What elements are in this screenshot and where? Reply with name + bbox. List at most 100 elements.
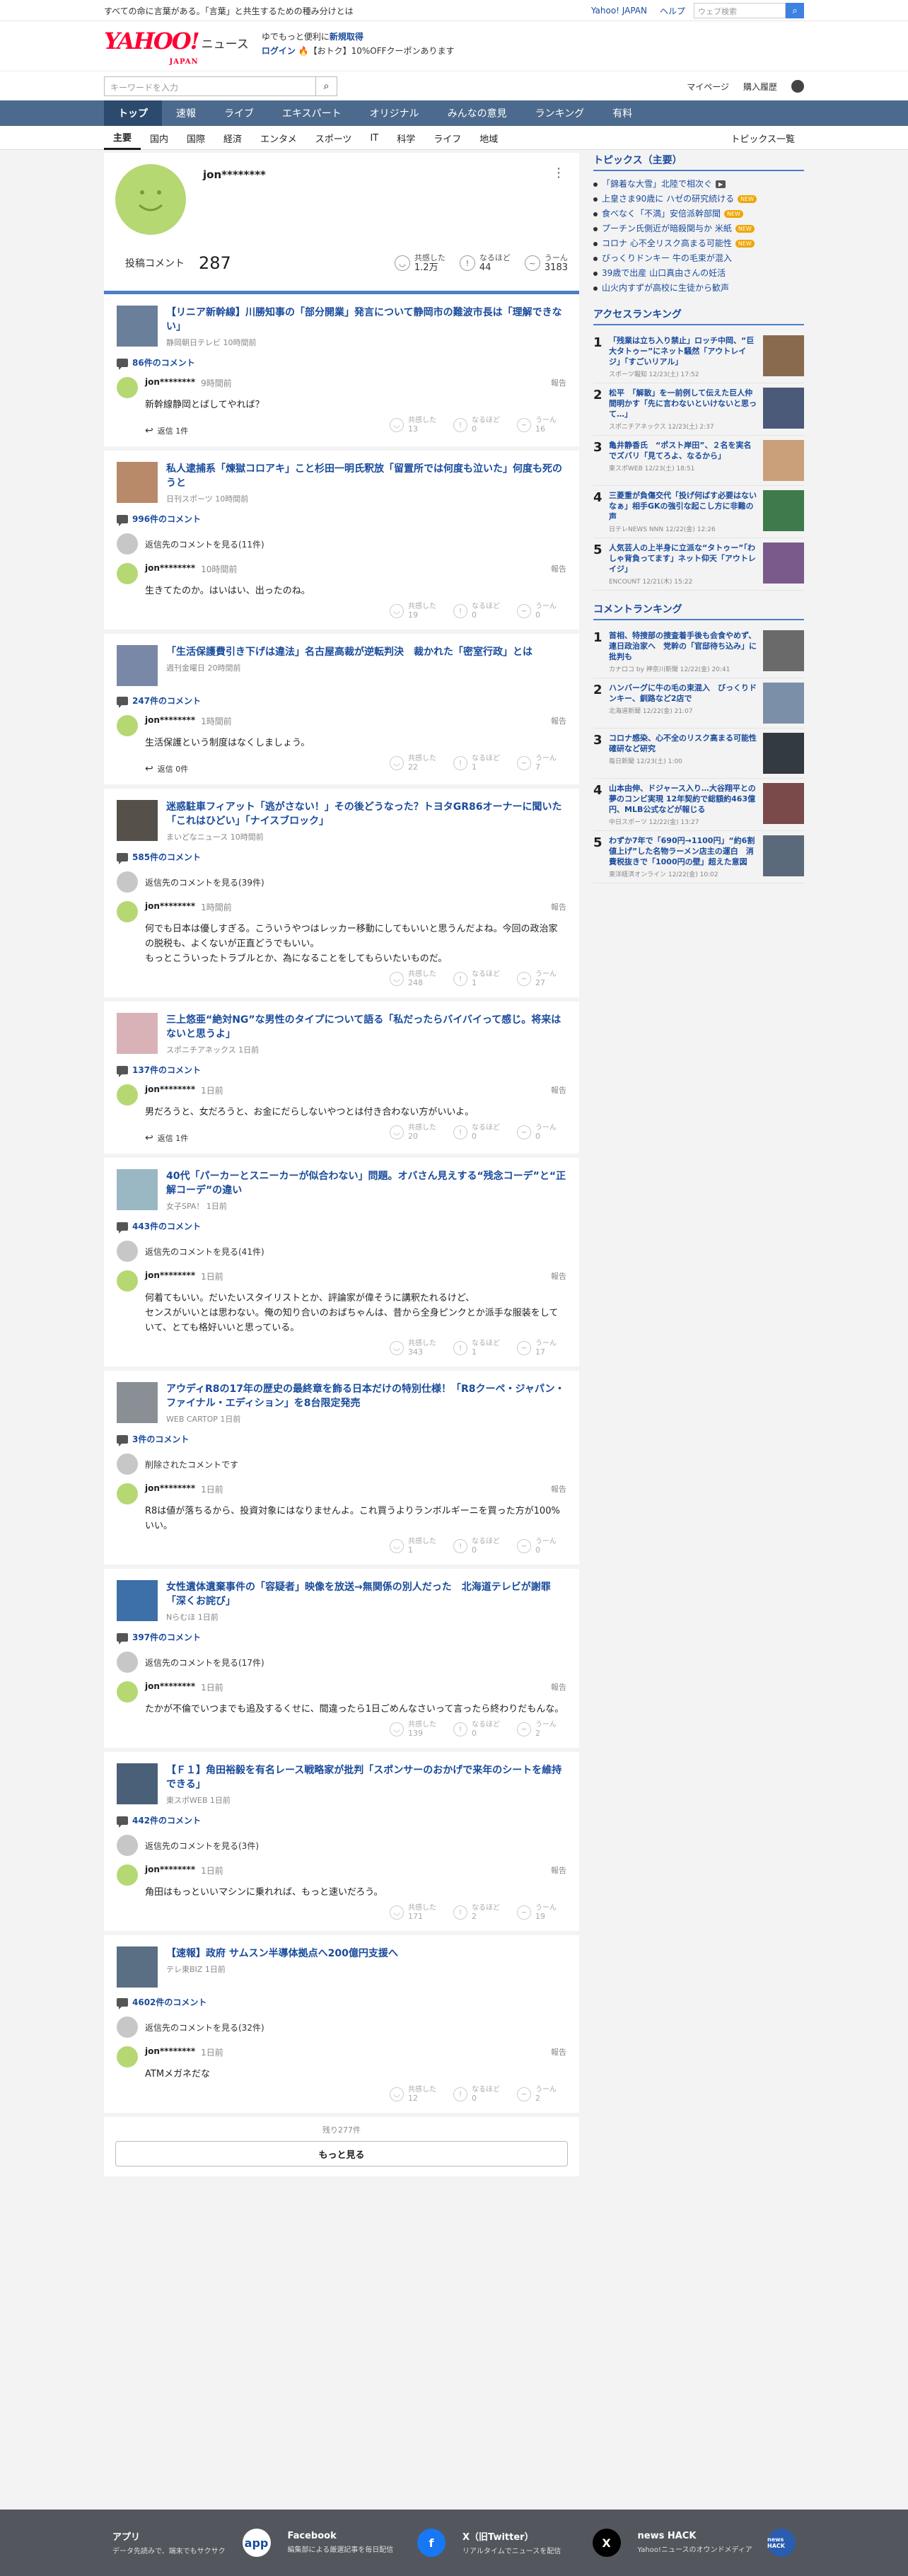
reaction-button[interactable]: ! なるほど 0 [453, 603, 503, 620]
article-thumbnail[interactable] [117, 1580, 158, 1621]
subnav-item-8[interactable]: ライフ [424, 126, 470, 150]
comment-count-text[interactable]: 585件のコメント [132, 851, 201, 863]
article-thumbnail[interactable] [117, 645, 158, 686]
article-thumbnail[interactable] [117, 1946, 158, 1988]
subnav-item-5[interactable]: スポーツ [306, 126, 361, 150]
topic-title[interactable]: びっくりドンキー 牛の毛束が混入 [602, 251, 732, 266]
nav-item-7[interactable]: 有料 [598, 100, 646, 126]
nav-item-4[interactable]: オリジナル [356, 100, 433, 126]
parent-comment-text[interactable]: 返信先のコメントを見る(17件) [145, 1657, 264, 1669]
newshack-icon[interactable]: news HACK [767, 2529, 796, 2557]
report-link[interactable]: 報告 [551, 901, 566, 913]
comment-user[interactable]: jon******** [145, 2046, 195, 2058]
ranking-item[interactable]: 5 人気芸人の上半身に立派な“タトゥー”「わしゃ背負ってます」ネット仰天「アウトレ… [593, 538, 804, 591]
subnav-item-0[interactable]: 主要 [104, 126, 141, 150]
comment-user[interactable]: jon******** [145, 563, 195, 575]
article-thumbnail[interactable] [117, 462, 158, 503]
search-icon[interactable]: ⌕ [786, 3, 804, 18]
report-link[interactable]: 報告 [551, 377, 566, 389]
parent-comment-text[interactable]: 返信先のコメントを見る(32件) [145, 2021, 264, 2033]
article-link[interactable]: 【Ｆ１】角田裕毅を有名レース戦略家が批判「スポンサーのおかげで来年のシートを維持… [117, 1763, 566, 1806]
article-title[interactable]: 三上悠亜“絶対NG”な男性のタイプについて語る「私だったらバイバイって感じ。将来… [166, 1013, 566, 1041]
yahoo-logo[interactable]: YAHOO! JAPAN [104, 30, 200, 74]
article-title[interactable]: 【Ｆ１】角田裕毅を有名レース戦略家が批判「スポンサーのおかげで来年のシートを維持… [166, 1763, 566, 1792]
footer-item[interactable]: X（旧Twitter） リアルタイムでニュースを配信 X [454, 2529, 629, 2557]
reaction-button[interactable]: ! なるほど 0 [453, 417, 503, 434]
reaction-button[interactable]: ~ うーん 0 [517, 603, 566, 620]
report-link[interactable]: 報告 [551, 1084, 566, 1096]
nav-item-5[interactable]: みんなの意見 [433, 100, 521, 126]
reply-link[interactable]: ↩ 返信 1件 [145, 425, 566, 436]
topic-title[interactable]: プーチン氏側近が暗殺関与か 米紙 [602, 221, 732, 236]
parent-comment-link[interactable]: 返信先のコメントを見る(39件) [117, 871, 566, 893]
reaction-button[interactable]: ◡ 共感した 171 [390, 1904, 439, 1921]
parent-comment-text[interactable]: 返信先のコメントを見る(39件) [145, 876, 264, 888]
article-link[interactable]: 「生活保護費引き下げは違法」名古屋高裁が逆転判決 裁かれた「密室行政」とは 週刊金… [117, 645, 566, 686]
comment-count-text[interactable]: 397件のコメント [132, 1631, 201, 1643]
reaction-button[interactable]: ! なるほど 2 [453, 1904, 503, 1921]
app-icon[interactable]: app [242, 2529, 271, 2557]
report-link[interactable]: 報告 [551, 563, 566, 575]
promo-signup-link[interactable]: 新規取得 [330, 32, 363, 42]
nav-item-0[interactable]: トップ [104, 100, 162, 126]
ranking-item[interactable]: 4 三菱重が負傷交代「投げ何ばす必要はないなぁ」相手GKの強引な起こし方に非難の声… [593, 486, 804, 538]
rank-thumbnail[interactable] [763, 335, 804, 376]
topics-list-link[interactable]: トピックス一覧 [721, 126, 804, 150]
comment-count-link[interactable]: 397件のコメント [117, 1631, 566, 1644]
reaction-button[interactable]: ~ うーん 2 [517, 2086, 566, 2103]
report-link[interactable]: 報告 [551, 1864, 566, 1876]
reaction-button[interactable]: ~ うーん 17 [517, 1340, 566, 1357]
rank-title[interactable]: 「残業は立ち入り禁止」ロッチ中岡、“巨大タトゥー”にネット騒然「アウトレイジ」「… [609, 335, 757, 367]
comment-count-link[interactable]: 443件のコメント [117, 1220, 566, 1234]
rank-thumbnail[interactable] [763, 388, 804, 429]
article-title[interactable]: 【リニア新幹線】川勝知事の「部分開業」発言について静岡市の難波市長は「理解できな… [166, 306, 566, 334]
rank-title[interactable]: 山本由伸、ドジャース入り…大谷翔平との夢のコンビ実現 12年契約で総額約463億… [609, 783, 757, 815]
article-link[interactable]: 三上悠亜“絶対NG”な男性のタイプについて語る「私だったらバイバイって感じ。将来… [117, 1013, 566, 1055]
topic-item[interactable]: プーチン氏側近が暗殺関与か 米紙 NEW [593, 221, 804, 236]
subnav-item-6[interactable]: IT [361, 126, 388, 150]
nav-item-3[interactable]: エキスパート [268, 100, 356, 126]
topic-item[interactable]: 上皇さま90歳に ハゼの研究続ける NEW [593, 192, 804, 207]
article-link[interactable]: アウディR8の17年の歴史の最終章を飾る日本だけの特別仕様！「R8クーペ・ジャパ… [117, 1382, 566, 1425]
reaction-button[interactable]: ~ うーん 7 [517, 755, 566, 772]
reply-count[interactable]: 返信 1件 [158, 1132, 189, 1144]
comment-user[interactable]: jon******** [145, 377, 195, 389]
rank-title[interactable]: 松平 「解散」を一前例して伝えた巨人仲間明かす「先に言わないといけないと思って…… [609, 388, 757, 419]
reaction-button[interactable]: ◡ 共感した 22 [390, 755, 439, 772]
topic-title[interactable]: 山火内すずが高校に生徒から歓声 [602, 281, 729, 296]
comment-count-link[interactable]: 996件のコメント [117, 513, 566, 526]
reaction-button[interactable]: ! なるほど 0 [453, 1538, 503, 1555]
comment-count-text[interactable]: 442件のコメント [132, 1814, 201, 1826]
article-title[interactable]: 女性遺体遺棄事件の「容疑者」映像を放送→無関係の別人だった 北海道テレビが謝罪「… [166, 1580, 566, 1608]
rank-title[interactable]: 人気芸人の上半身に立派な“タトゥー”「わしゃ背負ってます」ネット仰天「アウトレイ… [609, 543, 757, 574]
topic-item[interactable]: びっくりドンキー 牛の毛束が混入 [593, 251, 804, 266]
rank-title[interactable]: わずか7年で「690円→1100円」“約6割値上げ”した名物ラーメン店主の運白 … [609, 835, 757, 867]
keyword-input[interactable]: キーワードを入力 [104, 76, 316, 96]
reply-link[interactable]: ↩ 返信 0件 [145, 763, 566, 774]
topic-item[interactable]: コロナ 心不全リスク高まる可能性 NEW [593, 236, 804, 251]
reaction-button[interactable]: ◡ 共感した 139 [390, 1721, 439, 1738]
rank-title[interactable]: 三菱重が負傷交代「投げ何ばす必要はないなぁ」相手GKの強引な起こし方に非難の声 [609, 490, 757, 522]
rank-thumbnail[interactable] [763, 733, 804, 774]
comment-user[interactable]: jon******** [145, 901, 195, 913]
report-link[interactable]: 報告 [551, 715, 566, 727]
comment-count-text[interactable]: 247件のコメント [132, 695, 201, 707]
topic-title[interactable]: 上皇さま90歳に ハゼの研究続ける [602, 192, 734, 207]
parent-comment-text[interactable]: 返信先のコメントを見る(3件) [145, 1840, 259, 1852]
reaction-button[interactable]: ! なるほど 1 [453, 755, 503, 772]
article-link[interactable]: 40代「パーカーとスニーカーが似合わない」問題。オバさん見えする“残念コーデ”と… [117, 1169, 566, 1212]
comment-count-link[interactable]: 86件のコメント [117, 356, 566, 370]
facebook-icon[interactable]: f [417, 2529, 446, 2557]
gear-icon[interactable] [791, 80, 804, 93]
history-link[interactable]: 購入履歴 [743, 81, 777, 93]
parent-comment-text[interactable]: 返信先のコメントを見る(41件) [145, 1246, 264, 1258]
login-link[interactable]: ログイン [262, 46, 296, 56]
reaction-button[interactable]: ~ うーん 16 [517, 417, 566, 434]
reaction-button[interactable]: ~ うーん 0 [517, 1124, 566, 1141]
comment-count-link[interactable]: 585件のコメント [117, 851, 566, 864]
ranking-item[interactable]: 1 「残業は立ち入り禁止」ロッチ中岡、“巨大タトゥー”にネット騒然「アウトレイジ」… [593, 331, 804, 383]
more-button[interactable]: もっと見る [115, 2141, 568, 2166]
subnav-item-4[interactable]: エンタメ [251, 126, 306, 150]
comment-user[interactable]: jon******** [145, 1483, 195, 1495]
ranking-item[interactable]: 3 亀井静香氏 “ポスト岸田”、２名を実名でズバリ「見てろよ、なるから」 東スポWE… [593, 436, 804, 486]
